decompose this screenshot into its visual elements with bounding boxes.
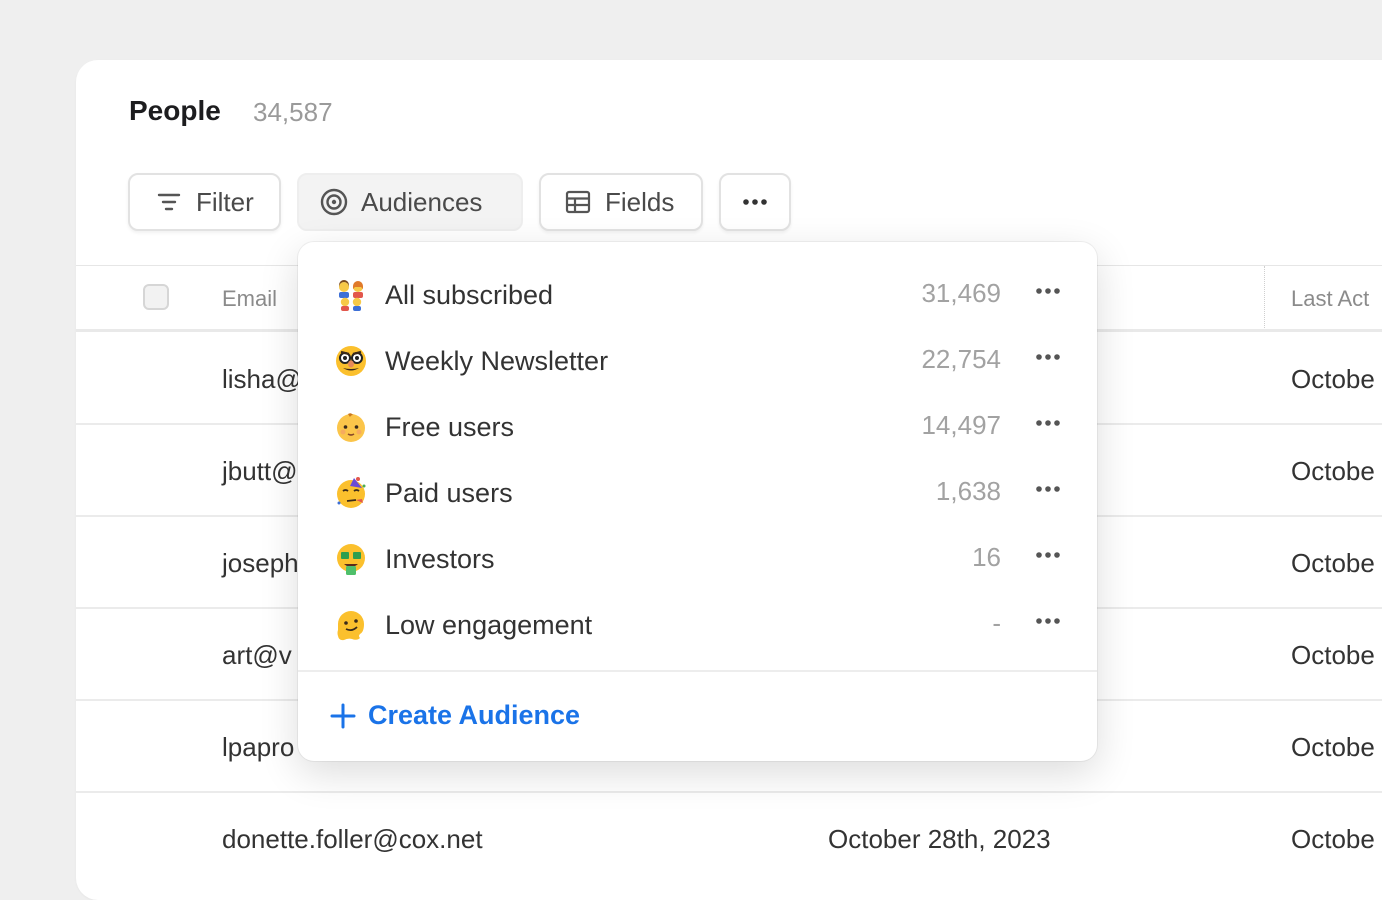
create-audience-label: Create Audience xyxy=(368,700,581,730)
select-all-checkbox[interactable] xyxy=(143,284,169,310)
audience-count: 14,497 xyxy=(921,410,1001,440)
row-email: jbutt@ xyxy=(222,456,298,486)
column-header-email[interactable]: Email xyxy=(222,286,277,312)
audience-more-icon[interactable] xyxy=(1033,548,1063,562)
audience-item-free-users[interactable]: Free users 14,497 xyxy=(298,398,1097,464)
disguised-face-emoji-icon xyxy=(334,344,368,378)
audience-more-icon[interactable] xyxy=(1033,482,1063,496)
row-email: lpapro xyxy=(222,732,295,762)
audience-item-investors[interactable]: Investors 16 xyxy=(298,530,1097,596)
money-mouth-face-emoji-icon xyxy=(334,542,368,576)
filter-icon xyxy=(154,187,184,217)
baby-emoji-icon xyxy=(334,410,368,444)
row-divider xyxy=(76,791,1382,793)
target-icon xyxy=(319,187,349,217)
more-options-button[interactable] xyxy=(719,173,791,231)
row-email: joseph xyxy=(222,548,299,578)
audience-count: 22,754 xyxy=(921,344,1001,374)
filter-button[interactable]: Filter xyxy=(128,173,281,231)
audience-more-icon[interactable] xyxy=(1033,416,1063,430)
plus-icon xyxy=(330,703,356,728)
row-last-activity: Octobe xyxy=(1291,548,1375,578)
page-title: People xyxy=(129,95,221,126)
row-last-activity: Octobe xyxy=(1291,732,1375,762)
audience-item-low-engagement[interactable]: Low engagement - xyxy=(298,596,1097,662)
audience-count: 31,469 xyxy=(921,278,1001,308)
audiences-button[interactable]: Audiences xyxy=(297,173,523,231)
audience-count: - xyxy=(992,608,1001,638)
row-email: lisha@ xyxy=(222,364,302,394)
row-last-activity: Octobe xyxy=(1291,640,1375,670)
audience-count: 16 xyxy=(972,542,1001,572)
audience-label: Paid users xyxy=(385,478,513,508)
audience-more-icon[interactable] xyxy=(1033,350,1063,364)
create-audience-button[interactable]: Create Audience xyxy=(330,700,580,731)
more-horizontal-icon xyxy=(741,198,769,206)
partying-face-emoji-icon xyxy=(334,476,368,510)
family-emoji-icon xyxy=(334,278,368,312)
row-last-activity: Octobe xyxy=(1291,364,1375,394)
audience-label: Weekly Newsletter xyxy=(385,346,609,376)
audiences-dropdown: All subscribed 31,469 Weekly Newsletter … xyxy=(298,242,1097,761)
row-last-activity: Octobe xyxy=(1291,824,1375,854)
audience-label: Free users xyxy=(385,412,515,442)
dropdown-divider xyxy=(298,670,1097,672)
filter-button-label: Filter xyxy=(196,186,254,217)
audience-more-icon[interactable] xyxy=(1033,284,1063,298)
row-email: art@v xyxy=(222,640,292,670)
audience-item-all-subscribed[interactable]: All subscribed 31,469 xyxy=(298,266,1097,332)
column-header-last-activity[interactable]: Last Act xyxy=(1291,286,1369,312)
people-count: 34,587 xyxy=(253,97,333,127)
row-date: October 28th, 2023 xyxy=(828,824,1051,854)
fields-button-label: Fields xyxy=(605,186,675,217)
column-divider xyxy=(1264,266,1265,328)
audiences-button-label: Audiences xyxy=(361,186,483,217)
audience-label: All subscribed xyxy=(385,280,554,310)
audience-count: 1,638 xyxy=(935,476,1001,506)
row-last-activity: Octobe xyxy=(1291,456,1375,486)
audience-label: Low engagement xyxy=(385,610,593,640)
melting-face-emoji-icon xyxy=(334,608,368,642)
audience-label: Investors xyxy=(385,544,495,574)
fields-button[interactable]: Fields xyxy=(539,173,703,231)
row-email: donette.foller@cox.net xyxy=(222,824,483,854)
audience-item-paid-users[interactable]: Paid users 1,638 xyxy=(298,464,1097,530)
audience-item-weekly-newsletter[interactable]: Weekly Newsletter 22,754 xyxy=(298,332,1097,398)
audience-more-icon[interactable] xyxy=(1033,614,1063,628)
table-icon xyxy=(563,187,593,217)
